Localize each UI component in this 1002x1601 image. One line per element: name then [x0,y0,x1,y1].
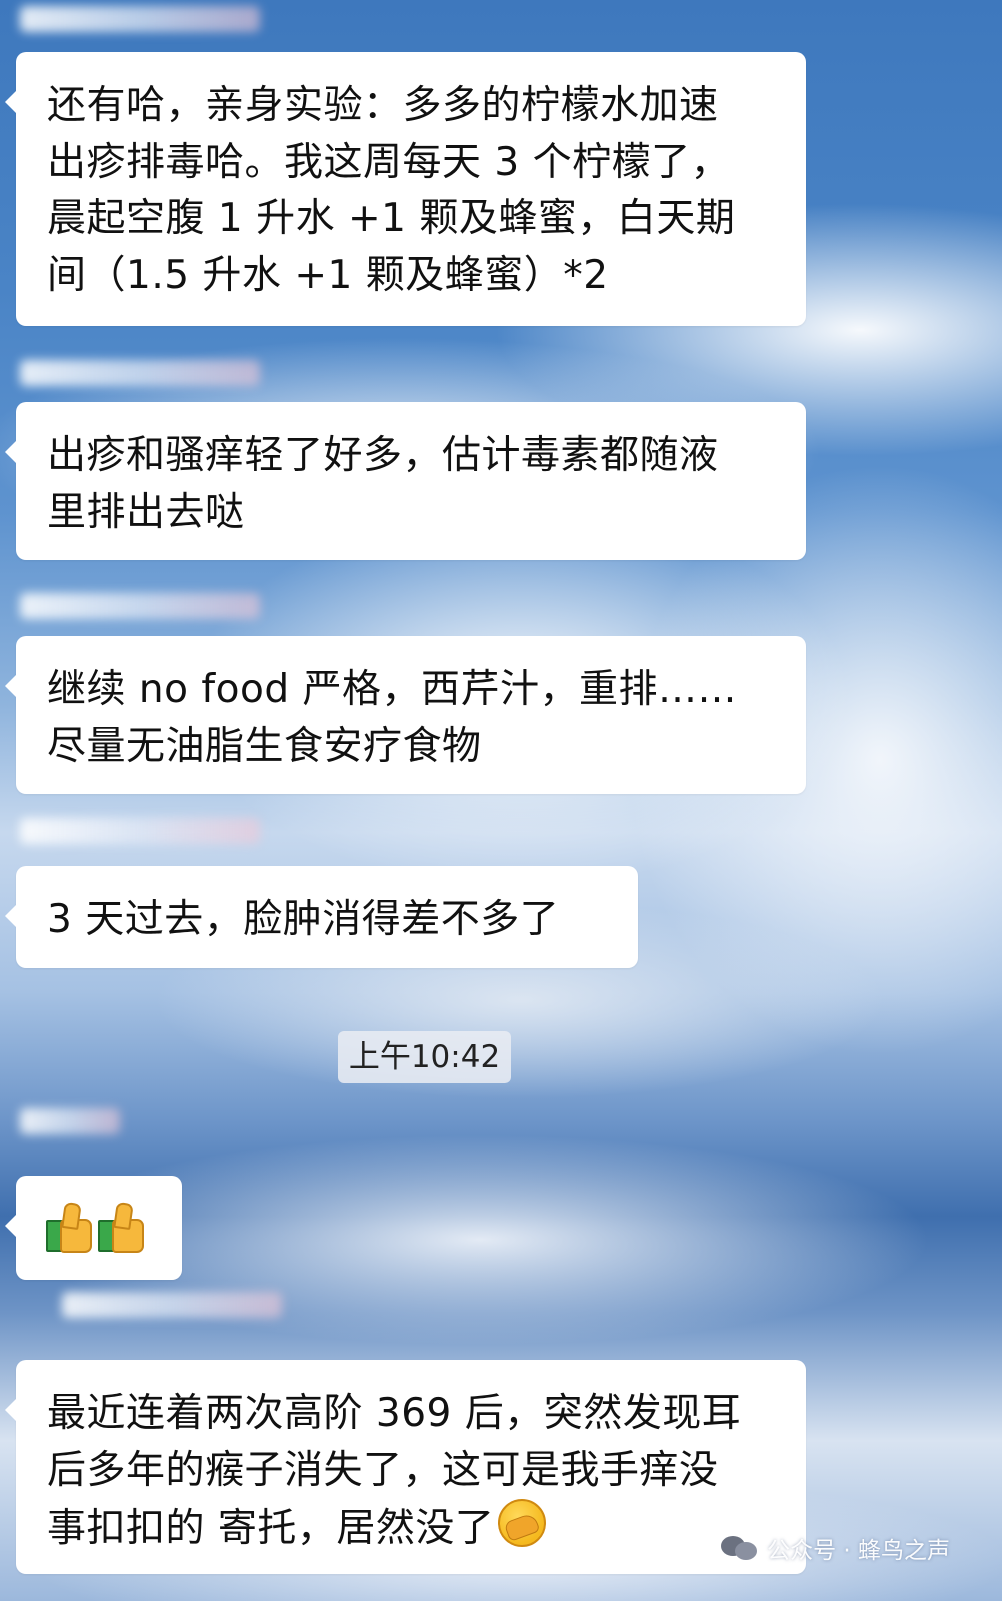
message-text-with-emoji: 事扣扣的 寄托，居然没了 [47,1499,776,1558]
timestamp: 上午10:42 [338,1031,511,1083]
message-text: 继续 no food 严格，西芹汁，重排…… [47,667,737,712]
chat-message-bubble[interactable] [5,1176,182,1280]
message-text: 还有哈，亲身实验：多多的柠檬水加速 [47,83,719,128]
message-text: 3 天过去，脸肿消得差不多了 [47,897,560,942]
facepalm-icon [498,1499,547,1547]
watermark: 公众号 · 蜂鸟之声 [721,1531,950,1565]
blurred-sender-name [20,360,260,386]
blurred-sender-name [62,1292,282,1318]
message-text: 尽量无油脂生食安疗食物 [47,723,482,769]
blurred-sender-name [20,1108,120,1134]
chat-message-bubble[interactable]: 最近连着两次高阶 369 后，突然发现耳 后多年的瘊子消失了，这可是我手痒没 事… [5,1360,806,1574]
message-text: 事扣扣的 寄托，居然没了 [47,1506,495,1551]
chat-message-bubble[interactable]: 3 天过去，脸肿消得差不多了 [5,866,638,968]
thumbs-up-icon [98,1201,144,1253]
message-text: 里排出去哒 [47,489,245,535]
wechat-icon [721,1534,759,1562]
message-text: 晨起空腹 1 升水 +1 颗及蜂蜜，白天期 [47,196,736,241]
message-text: 间（1.5 升水 +1 颗及蜂蜜）*2 [47,252,609,298]
chat-message-bubble[interactable]: 出疹和骚痒轻了好多，估计毒素都随液 里排出去哒 [5,402,806,560]
blurred-sender-name [20,593,260,619]
thumbs-up-icon [46,1201,92,1253]
blurred-sender-name [20,6,260,32]
chat-message-bubble[interactable]: 还有哈，亲身实验：多多的柠檬水加速 出疹排毒哈。我这周每天 3 个柠檬了， 晨起… [5,52,806,326]
message-text: 出疹排毒哈。我这周每天 3 个柠檬了， [47,139,731,185]
blurred-sender-name [20,818,260,844]
chat-message-bubble[interactable]: 继续 no food 严格，西芹汁，重排…… 尽量无油脂生食安疗食物 [5,636,806,794]
watermark-text: 公众号 · 蜂鸟之声 [767,1538,950,1564]
message-text: 后多年的瘊子消失了，这可是我手痒没 [47,1447,719,1493]
message-text: 出疹和骚痒轻了好多，估计毒素都随液 [47,433,719,478]
message-text: 最近连着两次高阶 369 后，突然发现耳 [47,1391,742,1436]
